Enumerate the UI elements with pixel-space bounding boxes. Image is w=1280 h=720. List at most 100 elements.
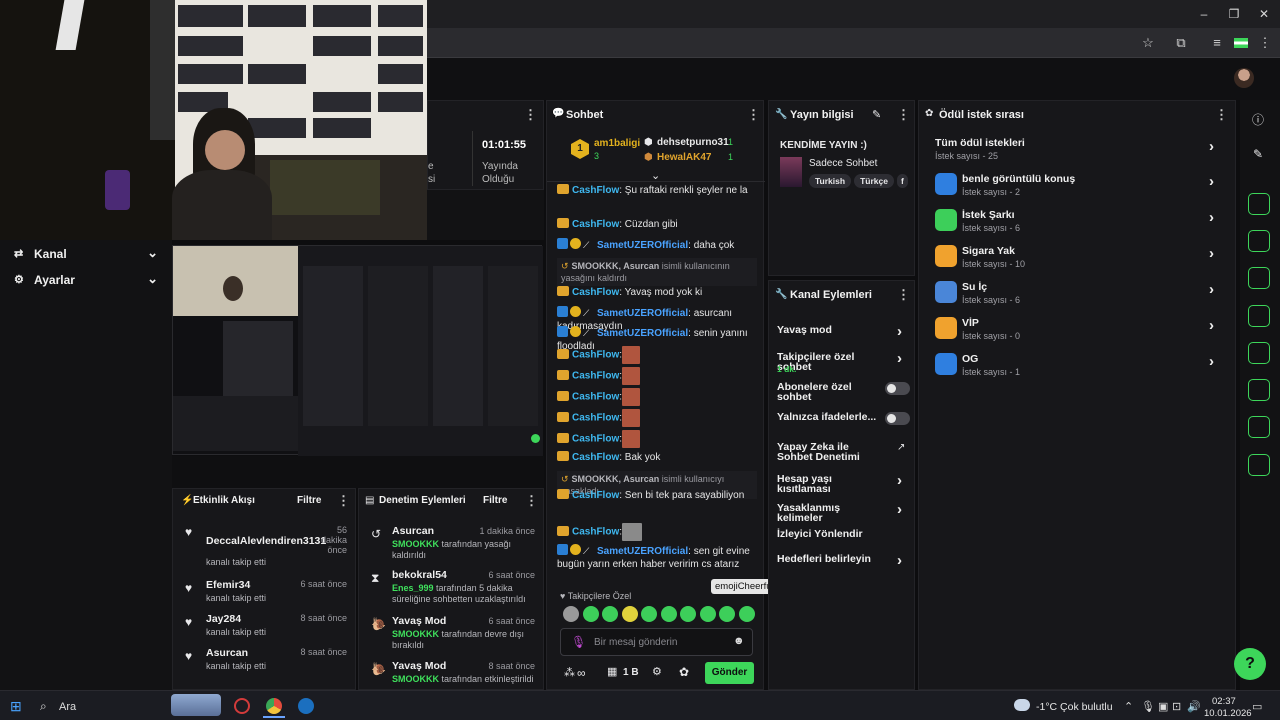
microphone-icon[interactable]: 🎙 xyxy=(571,635,586,649)
emote-4[interactable] xyxy=(641,606,657,622)
minimize-icon[interactable]: – xyxy=(1196,6,1212,22)
chat-username[interactable]: SametUZEROfficial xyxy=(597,328,688,339)
emote-0[interactable] xyxy=(563,606,579,622)
chat-username[interactable]: CashFlow xyxy=(572,434,619,445)
chat-username[interactable]: CashFlow xyxy=(572,527,619,538)
rail-button-rewards[interactable] xyxy=(1248,454,1270,476)
menu-dots-icon[interactable]: ⋮ xyxy=(524,107,537,123)
sidebar-item-kanal[interactable]: ⇄ Kanal ⌄ xyxy=(14,245,164,265)
help-button[interactable]: ? xyxy=(1234,648,1266,680)
menu-dots-icon[interactable]: ⋮ xyxy=(1215,107,1228,123)
toggle-switch[interactable] xyxy=(885,412,910,425)
feed-name[interactable]: Yavaş Mod xyxy=(392,615,446,627)
rail-button-broadcast[interactable] xyxy=(1248,342,1270,364)
stream-preview[interactable] xyxy=(172,245,543,456)
clock-time[interactable]: 02:37 xyxy=(1212,696,1236,707)
chat-username[interactable]: CashFlow xyxy=(572,413,619,424)
menu-dots-icon[interactable]: ⋮ xyxy=(897,107,910,123)
tag-pill[interactable]: Türkçe xyxy=(854,174,894,188)
notification-icon[interactable]: ▭ xyxy=(1252,700,1262,713)
pencil-icon[interactable]: ✎ xyxy=(1253,147,1263,161)
settings-icon[interactable]: ⚙ xyxy=(652,665,662,678)
steam-icon[interactable] xyxy=(298,698,314,714)
action-item[interactable]: Hedefleri belirleyin › xyxy=(769,550,916,574)
windows-start-icon[interactable]: ⊞ xyxy=(10,698,22,715)
list-item[interactable]: ⧗ bekokral54 6 saat önce Enes_999 tarafında… xyxy=(359,567,545,611)
category-name[interactable]: Sadece Sohbet xyxy=(809,158,877,169)
network-icon[interactable]: ⊡ xyxy=(1172,700,1181,713)
maximize-icon[interactable]: ❐ xyxy=(1226,6,1242,22)
list-item[interactable]: ♥ Asurcan kanalı takip etti 8 saat önce xyxy=(173,639,357,677)
microphone-tray-icon[interactable]: 🎙 xyxy=(1141,700,1155,713)
top-chatter-name[interactable]: am1baligi xyxy=(594,138,640,149)
chat-username[interactable]: CashFlow xyxy=(572,371,619,382)
feed-name[interactable]: Jay284 xyxy=(206,613,241,625)
send-button[interactable]: Gönder xyxy=(705,662,754,684)
emote-9[interactable] xyxy=(738,606,755,622)
chat-username[interactable]: SametUZEROfficial xyxy=(597,308,688,319)
chat-username[interactable]: CashFlow xyxy=(572,392,619,403)
chevron-up-icon[interactable]: ⌃ xyxy=(1124,700,1133,713)
bot-icon[interactable]: ✿ xyxy=(679,665,689,679)
emote-3[interactable] xyxy=(621,606,638,622)
emote-8[interactable] xyxy=(719,606,735,622)
clock-date[interactable]: 10.01.2026 xyxy=(1204,708,1252,719)
top-chatter-name[interactable]: HewalAK47 xyxy=(657,152,711,163)
chat-username[interactable]: CashFlow xyxy=(572,490,619,501)
volume-icon[interactable]: 🔊 xyxy=(1187,700,1201,713)
reward-row[interactable]: Sigara Yak İstek sayısı - 10 › xyxy=(919,239,1237,271)
list-item[interactable]: ↺ Asurcan 1 dakika önce SMOOKKK tarafından … xyxy=(359,523,545,567)
rail-button-notes[interactable] xyxy=(1248,267,1270,289)
menu-dots-icon[interactable]: ⋮ xyxy=(897,287,910,303)
feed-name[interactable]: Efemir34 xyxy=(206,579,250,591)
feed-name[interactable]: Asurcan xyxy=(392,525,434,537)
toggle-switch[interactable] xyxy=(885,382,910,395)
action-item[interactable]: Yalnızca ifadelerle... xyxy=(769,408,916,432)
chat-username[interactable]: SametUZEROfficial xyxy=(597,546,688,557)
actor-name[interactable]: SMOOKKK xyxy=(392,539,439,549)
actor-name[interactable]: Enes_999 xyxy=(392,583,434,593)
weather-text[interactable]: -1°C Çok bulutlu xyxy=(1036,701,1113,713)
actor-name[interactable]: SMOOKKK xyxy=(392,674,439,684)
action-item[interactable]: İzleyici Yönlendir xyxy=(769,525,916,549)
list-item[interactable]: 🐌 Yavaş Mod 6 saat önce SMOOKKK tarafından … xyxy=(359,613,545,657)
chat-username[interactable]: CashFlow xyxy=(572,287,619,298)
taskbar-search[interactable]: Ara xyxy=(59,701,76,713)
list-item[interactable]: ♥ Efemir34 kanalı takip etti 6 saat önce xyxy=(173,571,357,609)
extensions-icon[interactable]: ⧉ xyxy=(1172,34,1190,52)
chat-username[interactable]: CashFlow xyxy=(572,350,619,361)
action-item[interactable]: Abonelere özel sohbet xyxy=(769,378,916,402)
points-icon[interactable]: ⁂ xyxy=(564,666,575,679)
reward-row[interactable]: OG İstek sayısı - 1 › xyxy=(919,347,1237,379)
emote-7[interactable] xyxy=(699,606,716,622)
browser-menu-icon[interactable]: ⋮ xyxy=(1256,34,1274,52)
reward-row[interactable]: Su İç İstek sayısı - 6 › xyxy=(919,275,1237,307)
reward-row[interactable]: İstek Şarkı İstek sayısı - 6 › xyxy=(919,203,1237,235)
emoji-picker-icon[interactable]: ☻ xyxy=(733,635,745,647)
app-icon[interactable] xyxy=(234,698,250,714)
chat-username[interactable]: SametUZEROfficial xyxy=(597,240,688,251)
action-item[interactable]: Hesap yaşı kısıtlaması › xyxy=(769,470,916,494)
list-item[interactable]: ♥ Jay284 kanalı takip etti 8 saat önce xyxy=(173,605,357,643)
rail-button-layout[interactable] xyxy=(1248,379,1270,401)
feed-name[interactable]: Yavaş Mod xyxy=(392,660,446,672)
menu-dots-icon[interactable]: ⋮ xyxy=(525,493,538,509)
profile-flag-icon[interactable] xyxy=(1234,38,1248,48)
reward-row[interactable]: VİP İstek sayısı - 0 › xyxy=(919,311,1237,343)
filter-button[interactable]: Filtre xyxy=(483,495,507,506)
all-rewards-row[interactable]: Tüm ödül istekleri İstek sayısı - 25 › xyxy=(919,131,1237,161)
chat-input[interactable]: 🎙 Bir mesaj gönderin ☻ xyxy=(560,628,753,656)
rail-button-tools[interactable] xyxy=(1248,416,1270,438)
chat-username[interactable]: CashFlow xyxy=(572,219,619,230)
menu-dots-icon[interactable]: ⋮ xyxy=(747,107,760,123)
chat-username[interactable]: CashFlow xyxy=(572,452,619,463)
list-item[interactable]: ♥ DeccalAlevlendiren3131 kanalı takip etti… xyxy=(173,515,357,567)
emote-2[interactable] xyxy=(602,606,618,622)
feed-name[interactable]: bekokral54 xyxy=(392,569,447,581)
top-chatter-name[interactable]: dehsetpurno31 xyxy=(657,137,729,148)
rail-button-bolt[interactable] xyxy=(1248,230,1270,252)
info-icon[interactable]: ⓘ xyxy=(1252,111,1264,128)
filter-button[interactable]: Filtre xyxy=(297,495,321,506)
emote-1[interactable] xyxy=(582,606,599,622)
menu-dots-icon[interactable]: ⋮ xyxy=(337,493,350,509)
